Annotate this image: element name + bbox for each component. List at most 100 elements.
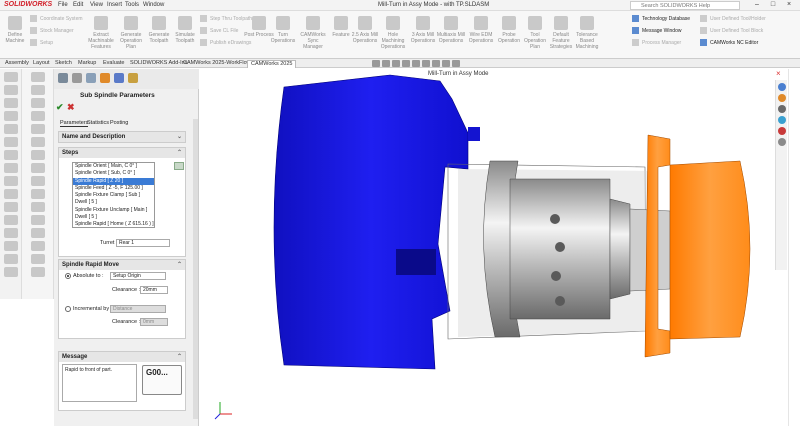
multiaxis-mill-button[interactable]: Multiaxis Mill Operations [436, 11, 466, 59]
camworks-feature-tree-icon[interactable] [100, 73, 110, 83]
tool-tree-icon[interactable] [128, 73, 138, 83]
display-style-icon[interactable] [422, 60, 430, 67]
message-textarea[interactable]: Rapid to front of part. [62, 364, 137, 402]
hole-machining-button[interactable]: Hole Machining Operations [378, 11, 408, 59]
minimize-icon[interactable]: – [752, 1, 762, 10]
step-item[interactable]: Spindle Fixture Unclamp [ Main ] [73, 207, 154, 214]
vertical-scrollbar[interactable] [788, 69, 800, 426]
tab-markup[interactable]: Markup [75, 60, 99, 68]
menu-view[interactable]: View [90, 2, 103, 8]
tab-camworks-workflow[interactable]: CAMWorks 2025-WorkFlow [180, 60, 254, 68]
steps-list[interactable]: Spindle Orient [ Main, C 0° ] Spindle Ori… [72, 162, 155, 228]
view-orientation-icon[interactable] [412, 60, 420, 67]
simulate-toolpath-button[interactable]: Simulate Toolpath [170, 11, 200, 59]
name-description-group[interactable]: Name and Description ⌄ [58, 131, 186, 143]
main-spindle-housing[interactable] [273, 74, 469, 370]
file-explorer-icon[interactable] [777, 116, 786, 124]
graphics-viewport[interactable]: Mill-Turn in Assy Mode [200, 69, 785, 426]
axis-25-mill-button[interactable]: 2.5 Axis Mill Operations [350, 11, 380, 59]
tab-parameters[interactable]: Parameters [60, 120, 89, 127]
menu-tools[interactable]: Tools [125, 2, 139, 8]
step-item[interactable]: Spindle Orient [ Sub, C 0° ] [73, 170, 154, 177]
step-item[interactable]: Spindle Feed [ Z -5, F 125.00 ] [73, 185, 154, 192]
step-item[interactable]: Dwell [ 5 ] [73, 199, 154, 206]
zoom-fit-icon[interactable] [372, 60, 380, 67]
help-search-input[interactable]: Search SOLIDWORKS Help [630, 1, 740, 10]
feature-tree-icon[interactable] [58, 73, 68, 83]
setup-button[interactable]: Setup [30, 39, 53, 46]
extract-features-button[interactable]: Extract Machinable Features [86, 11, 116, 59]
step-item[interactable]: Spindle Orient [ Main, C 0° ] [73, 163, 154, 170]
clearance-inc-input[interactable]: 0mm [140, 318, 168, 326]
process-manager-button[interactable]: Process Manager [632, 39, 681, 46]
appearances-icon[interactable] [777, 127, 786, 135]
sub-spindle[interactable] [669, 160, 751, 340]
section-view-icon[interactable] [402, 60, 410, 67]
incremental-radio[interactable] [65, 306, 71, 312]
close-viewport-icon[interactable]: × [776, 69, 781, 78]
add-step-icon[interactable] [174, 162, 184, 170]
config-icon[interactable] [86, 73, 96, 83]
custom-properties-icon[interactable] [777, 138, 786, 146]
resources-icon[interactable] [777, 94, 786, 102]
pm-scrollbar[interactable] [193, 119, 198, 419]
appearance-icon[interactable] [442, 60, 450, 67]
chevron-up-icon[interactable]: ⌃ [177, 353, 182, 360]
tool-icon [30, 267, 45, 277]
chevron-up-icon[interactable]: ⌃ [177, 261, 182, 268]
define-machine-button[interactable]: Define Machine [0, 11, 30, 59]
message-window-button[interactable]: Message Window [632, 27, 681, 34]
wire-edm-button[interactable]: Wire EDM Operations [466, 11, 496, 59]
menu-window[interactable]: Window [143, 2, 164, 8]
message-header: Message [62, 354, 88, 360]
tab-posting[interactable]: Posting [110, 120, 128, 126]
process-icon [632, 39, 639, 46]
tab-evaluate[interactable]: Evaluate [100, 60, 127, 68]
operation-tree-icon[interactable] [114, 73, 124, 83]
clearance-abs-input[interactable]: 20mm [140, 286, 168, 294]
tolerance-machining-button[interactable]: Tolerance Based Machining [572, 11, 602, 59]
maximize-icon[interactable]: □ [768, 1, 778, 10]
cad-model[interactable] [200, 69, 785, 426]
incremental-select[interactable]: Distance [110, 305, 166, 313]
tool-icon [30, 150, 45, 160]
step-item[interactable]: Spindle Fixture Clamp [ Sub ] [73, 192, 154, 199]
tab-assembly[interactable]: Assembly [2, 60, 32, 68]
user-defined-tool-holder-button[interactable]: User Defined Tool/Holder [700, 15, 766, 22]
hide-show-icon[interactable] [432, 60, 440, 67]
chevron-up-icon[interactable]: ⌃ [177, 149, 182, 156]
ok-icon[interactable]: ✔ [56, 102, 64, 113]
editor-icon [700, 39, 707, 46]
cancel-icon[interactable]: ✖ [67, 102, 75, 113]
design-library-icon[interactable] [777, 105, 786, 113]
step-item[interactable]: Spindle Rapid [ Home ( Z 615.16 ) ] [73, 221, 154, 228]
generate-operation-plan-button[interactable]: Generate Operation Plan [116, 11, 146, 59]
axis-3-mill-button[interactable]: 3 Axis Mill Operations [408, 11, 438, 59]
sync-manager-button[interactable]: CAMWorks Sync Manager [298, 11, 328, 59]
tab-camworks[interactable]: CAMWorks 2025 [247, 60, 297, 68]
save-cl-file-button[interactable]: Save CL File [200, 27, 238, 34]
zoom-area-icon[interactable] [382, 60, 390, 67]
menu-file[interactable]: File [58, 2, 68, 8]
turret-select[interactable]: Rear 1 [116, 239, 170, 247]
tab-layout[interactable]: Layout [30, 60, 53, 68]
menu-edit[interactable]: Edit [73, 2, 83, 8]
absolute-select[interactable]: Setup Origin [110, 272, 166, 280]
scene-icon[interactable] [452, 60, 460, 67]
nc-editor-button[interactable]: CAMWorks NC Editor [700, 39, 758, 46]
technology-database-button[interactable]: Technology Database [632, 15, 690, 22]
user-defined-tool-block-button[interactable]: User Defined Tool Block [700, 27, 763, 34]
absolute-radio[interactable] [65, 273, 71, 279]
property-icon[interactable] [72, 73, 82, 83]
step-item[interactable]: Dwell [ 5 ] [73, 214, 154, 221]
turn-operations-button[interactable]: Turn Operations [268, 11, 298, 59]
tab-sketch[interactable]: Sketch [52, 60, 75, 68]
coordinate-system-button[interactable]: Coordinate System [30, 15, 83, 22]
previous-view-icon[interactable] [392, 60, 400, 67]
menu-insert[interactable]: Insert [107, 2, 122, 8]
tab-statistics[interactable]: Statistics [87, 120, 109, 126]
stock-manager-button[interactable]: Stock Manager [30, 27, 74, 34]
step-item[interactable]: Spindle Rapid [ Z 20 ] [73, 177, 154, 185]
close-icon[interactable]: × [784, 1, 794, 10]
home-icon[interactable] [777, 83, 786, 91]
